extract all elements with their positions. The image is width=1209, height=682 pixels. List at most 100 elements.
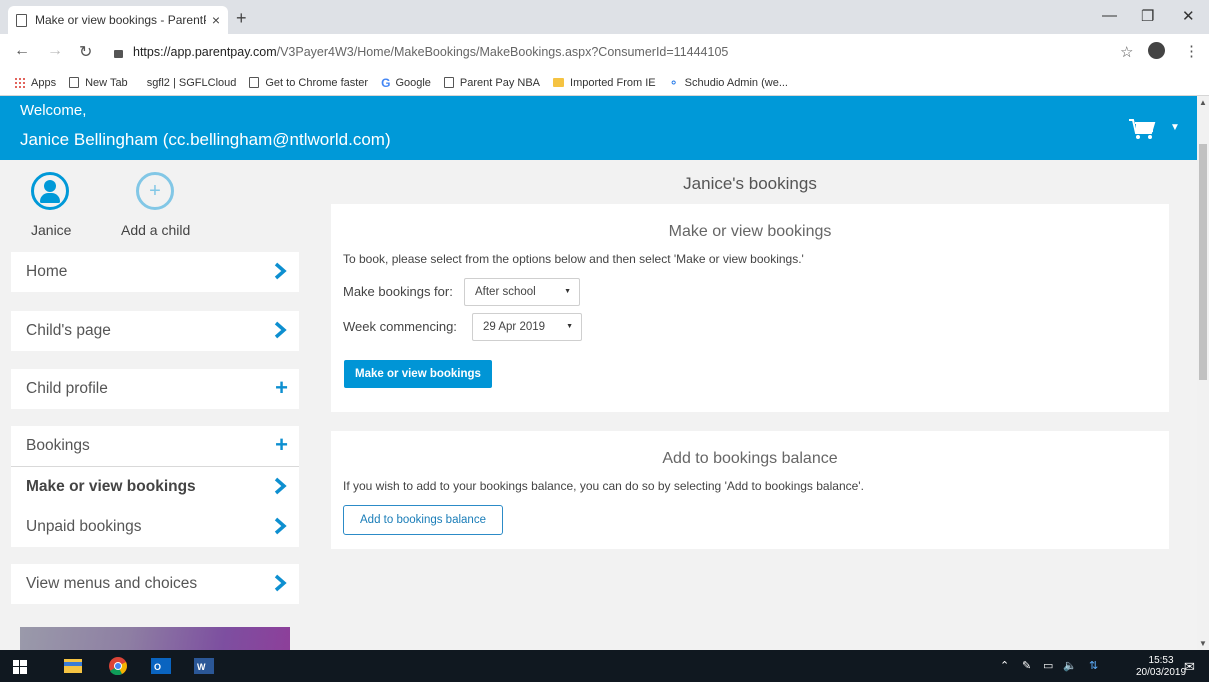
bookings-for-select[interactable]: After school ▼ (464, 278, 580, 306)
svg-text:W: W (197, 662, 206, 672)
scroll-up-icon[interactable]: ▲ (1199, 98, 1207, 107)
lock-icon (114, 50, 123, 58)
profile-name[interactable]: Janice (31, 222, 71, 238)
sidebar-item-label: View menus and choices (26, 575, 198, 592)
bookmark-label: Get to Chrome faster (265, 76, 369, 89)
sidebar-item-label: Unpaid bookings (26, 518, 142, 535)
chevron-right-icon (274, 574, 287, 592)
sidebar-item-label: Child's page (26, 322, 111, 339)
bookmark-chrome[interactable]: Get to Chrome faster (249, 77, 368, 89)
make-or-view-bookings-button[interactable]: Make or view bookings (344, 360, 492, 388)
sidebar-item-label: Bookings (26, 437, 90, 454)
reload-icon[interactable]: ↻ (79, 42, 92, 62)
select-value: After school (475, 286, 536, 298)
taskbar-clock[interactable]: 15:53 20/03/2019 (1136, 655, 1186, 679)
balance-description: If you wish to add to your bookings bala… (343, 479, 864, 493)
back-icon[interactable]: ← (14, 42, 30, 60)
bookmark-star-icon[interactable]: ☆ (1120, 43, 1133, 61)
scroll-down-icon[interactable]: ▼ (1199, 639, 1207, 648)
chrome-icon[interactable] (109, 657, 127, 675)
chevron-right-icon (274, 321, 287, 339)
select-value: 29 Apr 2019 (483, 321, 546, 333)
forward-icon[interactable]: → (47, 42, 63, 60)
bookmark-new-tab[interactable]: New Tab (69, 77, 128, 89)
make-bookings-panel: Make or view bookings To book, please se… (331, 204, 1169, 412)
bookmark-label: Schudio Admin (we... (684, 76, 788, 89)
sidebar-item-label: Make or view bookings (26, 478, 196, 495)
file-explorer-icon[interactable] (64, 658, 82, 673)
notifications-icon[interactable]: ✉ (1184, 659, 1195, 675)
minimize-icon[interactable]: — (1102, 7, 1117, 24)
bookmark-label: New Tab (85, 76, 128, 89)
restore-icon[interactable]: ❐ (1141, 7, 1154, 25)
plus-icon: + (275, 375, 288, 400)
cart-dropdown-icon[interactable]: ▼ (1170, 122, 1180, 133)
bookmarks-bar: Apps New Tab sgfl2 | SGFLCloud Get to Ch… (0, 70, 1209, 96)
bookmark-label: Google (395, 76, 431, 89)
page-icon (69, 77, 80, 88)
add-child-icon[interactable]: + (136, 172, 174, 210)
battery-icon[interactable]: ▭ (1043, 659, 1053, 672)
pen-icon[interactable]: ✎ (1022, 659, 1031, 672)
chevron-down-icon: ▼ (564, 288, 571, 295)
folder-icon (553, 78, 565, 87)
week-commencing-select[interactable]: 29 Apr 2019 ▼ (472, 313, 582, 341)
apps-icon (14, 77, 25, 88)
bookmark-parent-pay[interactable]: Parent Pay NBA (443, 77, 540, 89)
network-icon[interactable]: ⇅ (1089, 659, 1098, 672)
word-icon[interactable]: W (194, 658, 214, 674)
plus-icon: + (275, 432, 288, 457)
page-icon (16, 13, 27, 27)
sidebar-item-label: Child profile (26, 380, 108, 397)
taskbar: O W ⌃ ✎ ▭ 🔈 ⇅ 15:53 20/03/2019 ✉ (0, 650, 1209, 682)
chevron-down-icon: ▼ (566, 323, 573, 330)
chevron-right-icon (274, 517, 287, 535)
user-name: Janice Bellingham (cc.bellingham@ntlworl… (20, 130, 391, 149)
chevron-right-icon (274, 262, 287, 280)
clock-date: 20/03/2019 (1136, 667, 1187, 678)
browser-menu-icon[interactable]: ⋮ (1184, 42, 1199, 60)
volume-icon[interactable]: 🔈 (1063, 659, 1077, 672)
url-host: https://app.parentpay.com (133, 45, 277, 59)
sidebar-item-unpaid-bookings[interactable]: Unpaid bookings (11, 507, 299, 547)
promo-banner-image[interactable] (20, 627, 290, 650)
sidebar-item-view-menus[interactable]: View menus and choices (11, 564, 299, 604)
bookmark-apps[interactable]: Apps (14, 77, 56, 89)
sidebar-item-child-profile[interactable]: Child profile + (11, 369, 299, 409)
page-scrollbar[interactable]: ▲ ▼ (1197, 96, 1209, 650)
browser-tab-strip: Make or view bookings - ParentP × + — ❐ … (0, 0, 1209, 34)
close-tab-icon[interactable]: × (212, 12, 220, 28)
profile-icon[interactable] (1148, 42, 1165, 59)
cart-icon[interactable] (1128, 118, 1156, 140)
tab-title: Make or view bookings - ParentP (35, 13, 206, 27)
welcome-text: Welcome, (20, 102, 87, 119)
sidebar-item-childs-page[interactable]: Child's page (11, 311, 299, 351)
bookmark-google[interactable]: G Google (381, 76, 431, 90)
new-tab-button[interactable]: + (236, 8, 247, 29)
rss-icon: ⚬ (668, 75, 679, 90)
sidebar-item-bookings[interactable]: Bookings + (11, 426, 299, 466)
panel-instruction: To book, please select from the options … (343, 252, 804, 266)
page-header: Welcome, Janice Bellingham (cc.bellingha… (0, 96, 1197, 160)
profile-avatar-icon[interactable] (31, 172, 69, 210)
scrollbar-thumb[interactable] (1199, 144, 1207, 380)
outlook-icon[interactable]: O (151, 658, 171, 674)
sidebar-item-home[interactable]: Home (11, 252, 299, 292)
tray-chevron-up-icon[interactable]: ⌃ (1000, 659, 1009, 672)
close-window-icon[interactable]: ✕ (1182, 7, 1195, 25)
bookmark-sgfl[interactable]: sgfl2 | SGFLCloud (147, 77, 237, 89)
svg-text:O: O (154, 662, 161, 672)
address-row: ← → ↻ https://app.parentpay.com/V3Payer4… (0, 34, 1209, 70)
browser-tab[interactable]: Make or view bookings - ParentP × (8, 6, 228, 34)
windows-start-icon[interactable] (13, 660, 27, 674)
add-to-bookings-balance-button[interactable]: Add to bookings balance (343, 505, 503, 535)
panel-title: Add to bookings balance (662, 450, 838, 467)
sidebar-item-make-or-view-bookings[interactable]: Make or view bookings (11, 467, 299, 507)
bookings-balance-panel: Add to bookings balance If you wish to a… (331, 431, 1169, 549)
bookmark-imported[interactable]: Imported From IE (553, 77, 656, 89)
address-bar[interactable]: https://app.parentpay.com/V3Payer4W3/Hom… (110, 40, 1132, 64)
bookmark-schudio[interactable]: ⚬ Schudio Admin (we... (669, 76, 788, 90)
add-child-label[interactable]: Add a child (121, 222, 190, 238)
page-icon (249, 77, 260, 88)
week-commencing-label: Week commencing: (343, 319, 457, 334)
